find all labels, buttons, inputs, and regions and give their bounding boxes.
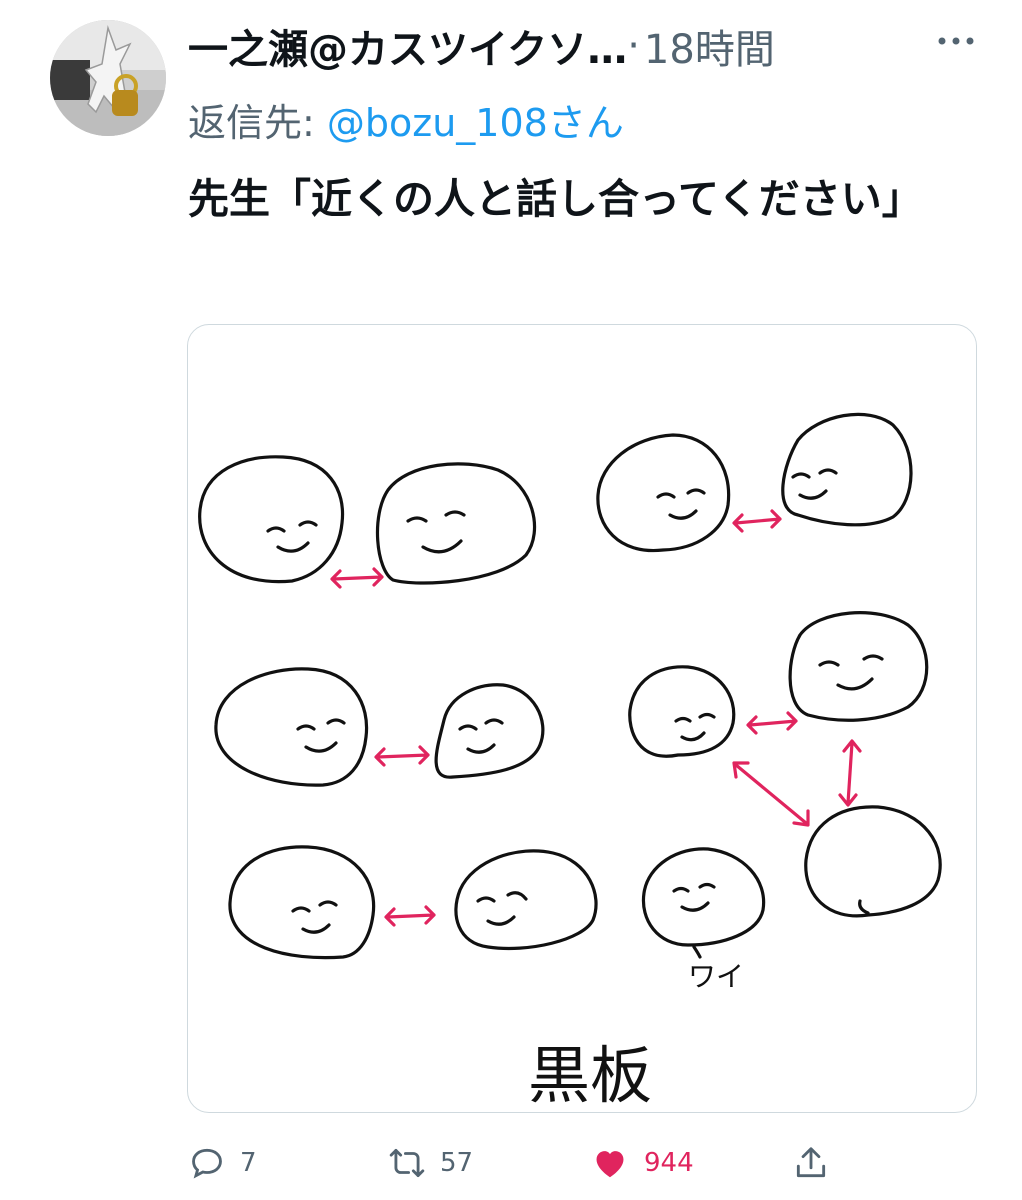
reply-button[interactable]: 7	[188, 1138, 257, 1188]
reply-count: 7	[240, 1148, 257, 1178]
avatar-figure	[50, 20, 166, 136]
face-doodle	[596, 433, 731, 553]
arrow-doodle	[746, 711, 798, 735]
reply-icon	[192, 1148, 222, 1179]
more-horizontal-icon[interactable]	[936, 26, 976, 56]
like-count: 944	[644, 1148, 694, 1178]
reply-prefix: 返信先:	[188, 101, 327, 145]
retweet-icon	[389, 1148, 425, 1178]
face-doodle	[628, 665, 736, 758]
heart-icon	[596, 1151, 624, 1178]
blackboard-label: 黒板	[528, 1039, 653, 1112]
arrow-doodle	[384, 905, 436, 927]
tweet-header: 一之瀬@カスツイクソ… · 18時間	[188, 18, 978, 74]
arrow-doodle	[732, 509, 782, 533]
face-doodle	[214, 667, 369, 787]
header-separator: ·	[627, 23, 640, 69]
retweet-button[interactable]: 57	[388, 1138, 473, 1188]
tweet-timestamp[interactable]: 18時間	[644, 17, 775, 75]
arrow-doodle	[374, 745, 430, 767]
reply-context: 返信先: @bozu_108さん	[188, 92, 624, 147]
tweet-actions: 7 57 944	[188, 1138, 968, 1188]
author-name[interactable]: 一之瀬@カスツイクソ…	[188, 17, 627, 75]
face-doodle	[434, 683, 545, 779]
tweet-image[interactable]: ワイ 黒板	[187, 324, 977, 1113]
share-button[interactable]	[792, 1138, 830, 1188]
share-icon	[796, 1147, 826, 1178]
face-doodle	[375, 462, 536, 585]
arrow-doodle	[732, 761, 810, 827]
arrow-doodle	[330, 567, 384, 589]
face-doodle	[641, 847, 766, 959]
reply-handle-link[interactable]: @bozu_108	[327, 101, 548, 145]
tweet-text: 先生「近くの人と話し合ってください」	[188, 175, 923, 223]
face-doodle	[228, 845, 376, 960]
avatar[interactable]	[50, 20, 166, 136]
face-doodle	[781, 412, 913, 527]
reply-suffix: さん	[547, 101, 624, 145]
me-label: ワイ	[688, 960, 745, 993]
retweet-count: 57	[440, 1148, 474, 1178]
like-button[interactable]: 944	[590, 1138, 694, 1188]
arrow-doodle	[838, 739, 862, 807]
face-doodle	[454, 849, 598, 951]
face-doodle	[198, 455, 345, 584]
face-doodle	[788, 611, 929, 722]
face-doodle	[804, 805, 942, 918]
